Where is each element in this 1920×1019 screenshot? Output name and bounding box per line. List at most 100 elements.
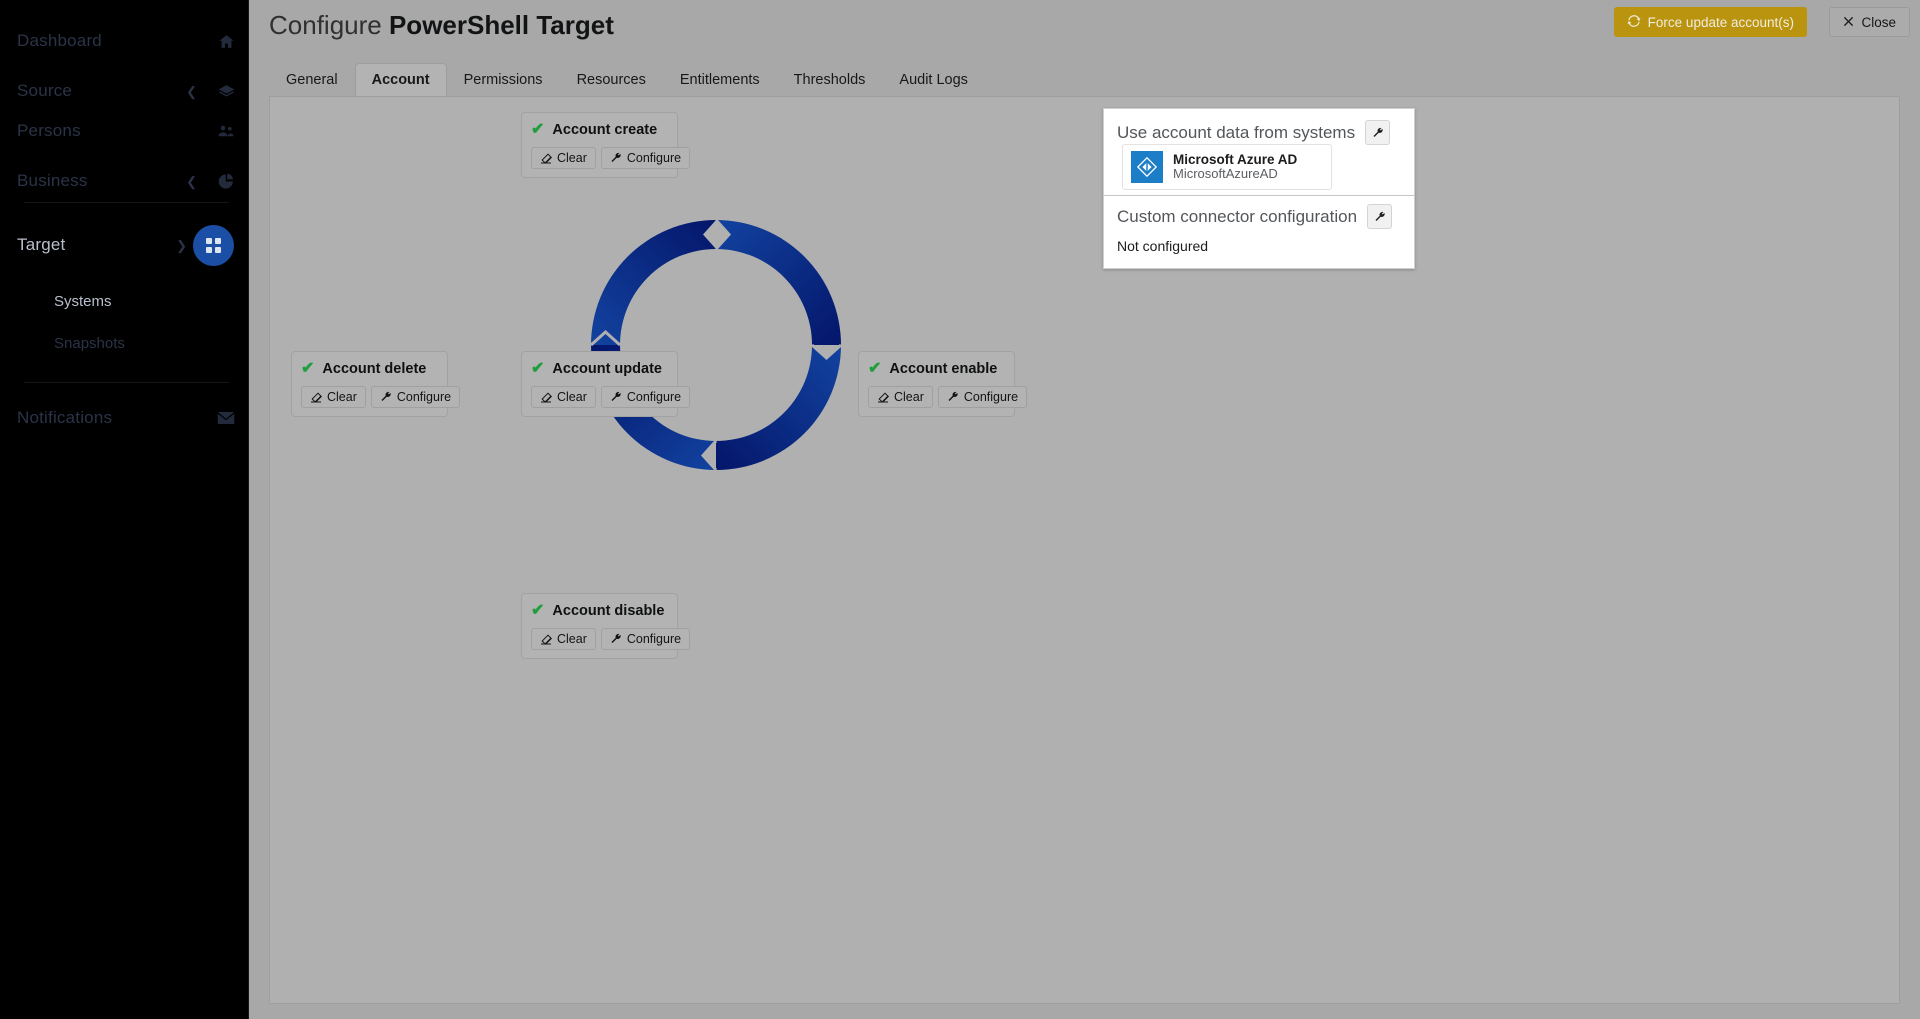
chevron-left-icon: ❮ <box>186 83 197 99</box>
sidebar-item-persons[interactable]: Persons <box>0 106 249 156</box>
tab-thresholds[interactable]: Thresholds <box>777 63 883 97</box>
tab-general[interactable]: General <box>269 63 355 97</box>
wrench-icon <box>610 152 622 164</box>
clear-button[interactable]: Clear <box>868 386 933 408</box>
force-update-accounts-button[interactable]: Force update account(s) <box>1613 7 1807 37</box>
lifecycle-card-account-delete: ✔ Account delete Clear Configure <box>291 351 461 417</box>
tab-label: Entitlements <box>679 72 760 88</box>
wrench-icon <box>610 633 622 645</box>
card-actions: Clear Configure <box>531 147 691 169</box>
configure-button[interactable]: Configure <box>600 628 691 650</box>
sidebar-divider <box>24 382 229 383</box>
tab-account[interactable]: Account <box>354 63 447 97</box>
system-identifier: MicrosoftAzureAD <box>1173 166 1278 182</box>
configure-account-data-button[interactable] <box>1365 120 1391 145</box>
refresh-icon <box>1627 14 1641 31</box>
configure-button[interactable]: Configure <box>370 386 461 408</box>
tab-permissions[interactable]: Permissions <box>447 63 560 97</box>
configure-label: Configure <box>396 390 452 404</box>
card-header: ✔ Account delete <box>301 358 438 380</box>
card-title: Account update <box>552 361 662 377</box>
use-account-data-row: Use account data from systems <box>1117 120 1391 145</box>
configure-target-modal: Configure PowerShell Target Force update… <box>249 0 1920 1019</box>
tab-label: Account <box>371 72 430 88</box>
custom-connector-status: Not configured <box>1117 238 1209 254</box>
home-icon <box>213 28 239 54</box>
configure-button[interactable]: Configure <box>937 386 1028 408</box>
chevron-down-icon: ❯ <box>176 237 187 253</box>
configure-label: Configure <box>626 632 682 646</box>
lifecycle-card-account-disable: ✔ Account disable Clear Configure <box>521 593 691 659</box>
close-icon <box>1843 15 1854 30</box>
sidebar-item-business[interactable]: Business ❮ <box>0 156 249 206</box>
card-title: Account create <box>552 122 658 138</box>
tab-label: Resources <box>576 72 646 88</box>
sidebar-item-label: Source <box>17 81 73 100</box>
sidebar-item-label: Notifications <box>17 408 113 427</box>
tab-label: Audit Logs <box>899 72 968 88</box>
card-actions: Clear Configure <box>301 386 461 408</box>
sidebar-subitem-label: Snapshots <box>54 334 125 352</box>
sidebar-item-systems[interactable]: Systems <box>0 280 249 322</box>
tab-resources[interactable]: Resources <box>560 63 663 97</box>
custom-connector-row: Custom connector configuration <box>1117 204 1393 229</box>
system-name: Microsoft Azure AD <box>1173 151 1298 167</box>
tab-bar: General Account Permissions Resources En… <box>269 62 1900 97</box>
clear-button[interactable]: Clear <box>301 386 366 408</box>
chevron-left-icon: ❮ <box>186 173 197 189</box>
users-icon <box>213 118 239 144</box>
wrench-icon <box>947 391 959 403</box>
azure-ad-logo <box>1131 151 1163 183</box>
clear-label: Clear <box>327 390 357 404</box>
wrench-icon <box>610 391 622 403</box>
configure-button[interactable]: Configure <box>600 386 691 408</box>
envelope-icon <box>213 405 239 431</box>
sidebar-item-label: Business <box>17 171 88 190</box>
card-header: ✔ Account disable <box>531 600 668 622</box>
clear-label: Clear <box>557 151 587 165</box>
card-header: ✔ Account update <box>531 358 668 380</box>
configure-custom-connector-button[interactable] <box>1367 204 1393 229</box>
page-title: Configure PowerShell Target <box>269 10 614 41</box>
sidebar-divider <box>24 202 229 203</box>
close-button[interactable]: Close <box>1829 7 1910 37</box>
system-microsoft-azure-ad[interactable]: Microsoft Azure AD MicrosoftAzureAD <box>1122 144 1332 190</box>
sidebar-item-dashboard[interactable]: Dashboard <box>0 16 249 66</box>
tab-entitlements[interactable]: Entitlements <box>663 63 777 97</box>
sidebar-item-label: Target <box>17 235 66 254</box>
tab-label: Thresholds <box>793 72 866 88</box>
clear-button[interactable]: Clear <box>531 628 596 650</box>
clear-label: Clear <box>557 390 587 404</box>
lifecycle-card-account-create: ✔ Account create Clear Configure <box>521 112 691 178</box>
check-icon: ✔ <box>531 602 545 619</box>
configure-button[interactable]: Configure <box>600 147 691 169</box>
force-update-accounts-label: Force update account(s) <box>1647 14 1794 30</box>
use-account-data-label: Use account data from systems <box>1117 122 1356 142</box>
configure-label: Configure <box>626 390 682 404</box>
check-icon: ✔ <box>868 360 882 377</box>
clear-button[interactable]: Clear <box>531 147 596 169</box>
eraser-icon <box>877 391 889 403</box>
grid-icon <box>206 238 221 253</box>
sidebar-item-notifications[interactable]: Notifications <box>0 393 249 443</box>
sidebar-item-snapshots[interactable]: Snapshots <box>0 322 249 364</box>
tab-label: General <box>286 72 338 88</box>
system-text: Microsoft Azure AD MicrosoftAzureAD <box>1173 152 1297 182</box>
card-title: Account disable <box>552 603 665 619</box>
clear-button[interactable]: Clear <box>531 386 596 408</box>
clear-label: Clear <box>894 390 924 404</box>
card-actions: Clear Configure <box>868 386 1028 408</box>
configure-label: Configure <box>963 390 1019 404</box>
custom-connector-label: Custom connector configuration <box>1117 206 1358 226</box>
account-data-source-popover: Use account data from systems Microsoft … <box>1103 108 1415 196</box>
wrench-icon <box>380 391 392 403</box>
custom-connector-section: Custom connector configuration Not confi… <box>1103 196 1415 269</box>
pie-icon <box>213 168 239 194</box>
tab-audit-logs[interactable]: Audit Logs <box>882 63 985 97</box>
check-icon: ✔ <box>531 360 545 377</box>
card-title: Account enable <box>889 361 998 377</box>
target-grid-button[interactable] <box>193 225 234 266</box>
page-title-system: PowerShell Target <box>388 10 614 40</box>
account-tab-panel: ✔ Account create Clear Configure ✔ Accou… <box>269 96 1900 1004</box>
lifecycle-card-account-enable: ✔ Account enable Clear Configure <box>858 351 1028 417</box>
